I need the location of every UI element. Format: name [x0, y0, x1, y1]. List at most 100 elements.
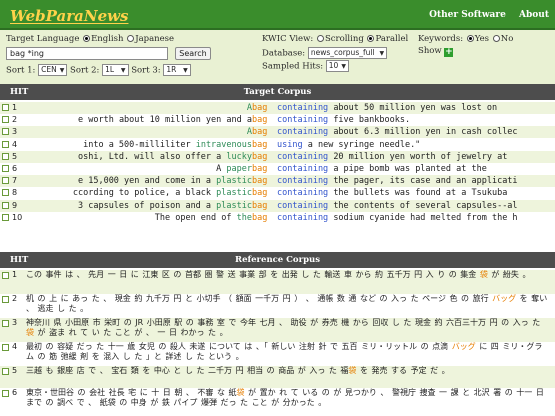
- reference-text-after: が 紛失 。: [487, 270, 531, 279]
- app-logo[interactable]: WebParaNews: [10, 7, 128, 25]
- reference-text-before: 神奈川 県 小田原 市 栄町 の JR 小田原 駅 の 事務 室 で 今年 七月…: [26, 318, 541, 327]
- right-context-text: the bullets was found at a Tsukuba: [333, 188, 508, 199]
- row-number: 4: [12, 342, 18, 351]
- keyword: bag: [252, 176, 268, 187]
- reference-text-before: 最初 の 容疑 だっ た 十一 歳 女児 の 殺人 未遂 について は 、「 新…: [26, 342, 452, 351]
- right-context-text: a new syringe needle.": [307, 139, 421, 150]
- post-collocate: containing: [277, 127, 329, 138]
- row-checkbox[interactable]: [2, 104, 9, 111]
- keyword: bag: [252, 200, 268, 211]
- row-number: 1: [12, 103, 18, 112]
- row-checkbox[interactable]: [2, 272, 9, 279]
- row-number: 6: [12, 388, 18, 397]
- post-collocate: using: [277, 139, 303, 150]
- sort3-label: Sort 3:: [131, 65, 161, 76]
- scrolling-radio[interactable]: [316, 35, 324, 42]
- reference-sentence: 神奈川 県 小田原 市 栄町 の JR 小田原 駅 の 事務 室 で 今年 七月…: [26, 318, 550, 338]
- left-context-text: e worth about 10 million yen and a: [78, 115, 252, 126]
- pre-collocate: lucky: [226, 151, 252, 162]
- sort2-select[interactable]: 1L ▼: [102, 64, 129, 76]
- chevron-down-icon: ▼: [59, 67, 65, 74]
- english-radio-label: English: [91, 34, 124, 44]
- right-context-text: a pipe bomb was planted at the: [333, 164, 487, 174]
- japanese-radio[interactable]: [127, 35, 135, 42]
- left-context-text: e 15,000 yen and come in a: [77, 176, 212, 187]
- row-checkbox[interactable]: [2, 296, 9, 303]
- right-context: containing the bullets was found at a Ts…: [277, 187, 507, 199]
- row-checkbox[interactable]: [2, 213, 9, 221]
- right-context-text: about 50 million yen was lost on: [333, 103, 498, 113]
- post-collocate: containing: [277, 115, 329, 126]
- target-language-row: Target Language English Japanese: [6, 34, 174, 45]
- right-context-text: the pager, its case and an applicati: [333, 176, 518, 187]
- left-context: ccording to police, a black plastic: [42, 187, 252, 199]
- row-checkbox[interactable]: [2, 368, 9, 375]
- row-number: 3: [12, 318, 18, 327]
- sort2-label: Sort 2:: [70, 65, 100, 76]
- database-select[interactable]: news_corpus_full ▼: [307, 47, 388, 59]
- reference-sentence: この 事件 は 、 先月 一 日 に 江東 区 の 首都 圏 警 送 事業 部 …: [26, 270, 550, 280]
- row-checkbox[interactable]: [2, 189, 9, 197]
- keywords-yes-radio[interactable]: [466, 35, 474, 42]
- row-checkbox[interactable]: [2, 116, 9, 124]
- row-checkbox[interactable]: [2, 320, 9, 327]
- reference-text-before: 三越 も 銀座 店 で 、 宝石 類 を 中心 と し た 二千万 円 相当 の…: [26, 366, 349, 375]
- parallel-radio-label: Parallel: [375, 34, 409, 44]
- row-checkbox[interactable]: [2, 152, 9, 160]
- reference-row: 6 東京・世田谷 の 会社 社長 宅 に 十 日 朝 、 不審 な 紙袋 が 置か…: [0, 388, 555, 416]
- target-row: 5 oshi, Ltd. will also offer a lucky bag co…: [0, 150, 555, 163]
- row-checkbox[interactable]: [2, 390, 9, 397]
- keyword: bag: [252, 164, 268, 174]
- plus-icon[interactable]: +: [444, 48, 454, 57]
- search-button[interactable]: Search: [175, 47, 211, 60]
- pre-collocate: plastic: [216, 188, 252, 199]
- sampled-hits-select[interactable]: 10 ▼: [325, 60, 349, 72]
- search-input[interactable]: bag *ing: [6, 47, 168, 60]
- row-number: 6: [12, 164, 18, 173]
- reference-corpus-title: Reference Corpus: [235, 255, 320, 265]
- keywords-no-radio[interactable]: [492, 35, 500, 42]
- keywords-label: Keywords:: [418, 34, 464, 44]
- nav-other-software-link[interactable]: Other Software: [429, 10, 506, 20]
- sort1-select[interactable]: CEN ▼: [38, 64, 68, 76]
- row-checkbox[interactable]: [2, 344, 9, 351]
- row-number: 5: [12, 366, 18, 375]
- left-context-text: into a 500-milliliter: [83, 139, 191, 150]
- row-checkbox[interactable]: [2, 128, 9, 136]
- post-collocate: containing: [277, 212, 329, 223]
- reference-text-before: この 事件 は 、 先月 一 日 に 江東 区 の 首都 圏 警 送 事業 部 …: [26, 270, 480, 279]
- sort-row: Sort 1: CEN ▼ Sort 2: 1L ▼ Sort 3: 1R ▼: [6, 64, 191, 77]
- kwic-view-row: KWIC View: Scrolling Parallel: [262, 34, 408, 45]
- english-radio[interactable]: [83, 35, 91, 42]
- kwic-view-label: KWIC View:: [262, 34, 314, 44]
- chevron-down-icon: ▼: [179, 67, 188, 74]
- database-row: Database: news_corpus_full ▼: [262, 47, 388, 60]
- left-context-text: The open end of: [154, 212, 232, 223]
- right-context-text: sodium cyanide had melted from the h: [333, 212, 518, 223]
- row-checkbox[interactable]: [2, 140, 9, 148]
- chevron-down-icon: ▼: [117, 67, 126, 74]
- search-controls-panel: Target Language English Japanese bag *in…: [0, 30, 555, 84]
- row-checkbox[interactable]: [2, 165, 9, 172]
- sort3-select[interactable]: 1R ▼: [163, 64, 191, 76]
- right-context-text: 20 million yen worth of jewelry at: [333, 151, 508, 162]
- post-collocate: containing: [277, 103, 329, 113]
- sampled-hits-row: Sampled Hits: 10 ▼: [262, 60, 349, 73]
- post-collocate: containing: [277, 164, 329, 174]
- nav-about-link[interactable]: About: [519, 10, 549, 20]
- keyword: bag: [252, 115, 268, 126]
- row-checkbox[interactable]: [2, 177, 9, 185]
- keyword: bag: [252, 139, 268, 150]
- right-context: containing 20 million yen worth of jewel…: [277, 151, 507, 163]
- row-number: 1: [12, 270, 18, 279]
- post-collocate: containing: [277, 176, 329, 187]
- reference-text-before: 東京・世田谷 の 会社 社長 宅 に 十 日 朝 、 不審 な 紙: [26, 388, 237, 397]
- top-nav: Other Software About: [419, 10, 549, 20]
- row-checkbox[interactable]: [2, 201, 9, 209]
- database-label: Database:: [262, 48, 306, 59]
- sort1-value: CEN: [41, 65, 57, 74]
- keyword: bag: [252, 103, 268, 113]
- parallel-radio[interactable]: [367, 35, 375, 42]
- database-value: news_corpus_full: [310, 48, 375, 57]
- row-number: 3: [12, 127, 18, 137]
